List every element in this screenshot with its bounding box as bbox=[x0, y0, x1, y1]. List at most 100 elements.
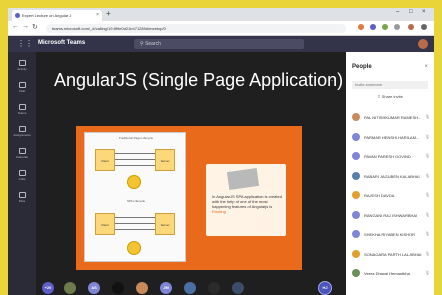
request-arrow bbox=[115, 165, 155, 166]
response-arrow bbox=[115, 223, 155, 224]
shared-slide: Traditional Page Lifecycle Client Server… bbox=[76, 126, 302, 270]
browser-tab-title: Expert Lecture on Angular J bbox=[22, 13, 72, 18]
server-box: Server bbox=[155, 149, 175, 171]
lifecycle-diagram: Traditional Page Lifecycle Client Server… bbox=[84, 132, 186, 262]
overflow-participants-badge[interactable]: +20 bbox=[42, 282, 54, 294]
rail-item-teams[interactable]: Teams bbox=[8, 104, 36, 115]
rail-item-files[interactable]: Files bbox=[8, 192, 36, 203]
share-invite-button[interactable]: ⇪ Share invite bbox=[352, 94, 428, 99]
participant-avatar[interactable] bbox=[112, 282, 124, 294]
extensions-puzzle-icon[interactable] bbox=[394, 24, 400, 30]
list-item[interactable]: PAVAN PARESH GOVIND 🎙 bbox=[346, 149, 434, 165]
extension-icon[interactable] bbox=[382, 24, 388, 30]
participant-avatar[interactable] bbox=[232, 282, 244, 294]
participant-strip: +20 AS JM HJ bbox=[36, 280, 346, 295]
request-arrow bbox=[115, 217, 155, 218]
microphone-icon: 🎙 bbox=[425, 250, 431, 256]
participant-avatar[interactable]: JM bbox=[160, 282, 172, 294]
list-item[interactable]: Veera Dhaval Hemantbha 🎙 bbox=[346, 266, 434, 282]
rail-item-calls[interactable]: Calls bbox=[8, 170, 36, 181]
rail-item-label: Chat bbox=[18, 89, 26, 93]
profile-avatar[interactable] bbox=[408, 24, 414, 30]
minimize-icon[interactable]: – bbox=[396, 9, 399, 15]
window-close-icon[interactable]: × bbox=[422, 9, 426, 15]
back-icon[interactable]: ← bbox=[12, 23, 19, 30]
rail-item-chat[interactable]: Chat bbox=[8, 82, 36, 93]
microphone-icon: 🎙 bbox=[425, 114, 431, 119]
search-input[interactable]: ⚲ Search bbox=[134, 39, 304, 49]
rail-item-calendar[interactable]: Calendar bbox=[8, 148, 36, 159]
self-participant-avatar[interactable]: HJ bbox=[318, 281, 332, 295]
meeting-stage: ⋯ AngularJS (Single Page Application) Tr… bbox=[36, 52, 346, 295]
participant-name: SHEKHA RIYABEN KISHOR bbox=[364, 232, 416, 237]
participant-initials: AS bbox=[91, 285, 97, 290]
extension-icon[interactable] bbox=[358, 24, 364, 30]
microphone-icon: 🎙 bbox=[425, 153, 431, 158]
chat-icon bbox=[18, 82, 26, 88]
close-icon[interactable]: × bbox=[424, 64, 428, 70]
participant-name: RABARI JAGUBEN KALABHAI bbox=[364, 173, 420, 179]
file-icon bbox=[18, 192, 26, 198]
share-invite-label: Share invite bbox=[381, 94, 403, 99]
list-item[interactable]: PAL NITISHKUMAR RAMESH... 🎙 bbox=[346, 110, 434, 126]
maximize-icon[interactable]: □ bbox=[409, 9, 413, 15]
participant-avatar[interactable] bbox=[136, 282, 148, 294]
participant-name: RANGANI RAJ ISHWARBHAI bbox=[364, 212, 418, 218]
illustration-image bbox=[226, 167, 260, 191]
avatar bbox=[352, 132, 360, 141]
badge-icon bbox=[127, 175, 141, 189]
teams-icon bbox=[18, 104, 26, 110]
response-arrow bbox=[115, 159, 155, 160]
client-box: Client bbox=[95, 213, 115, 235]
participant-name: PAVAN PARESH GOVIND bbox=[364, 154, 411, 159]
url-field[interactable]: teams.microsoft.com/_#/calling/19:8f9e0d… bbox=[46, 24, 346, 33]
bubble-highlight: Routing bbox=[212, 209, 226, 214]
list-item[interactable]: RANGANI RAJ ISHWARBHAI 🎙 bbox=[346, 208, 434, 224]
rail-item-label: Calendar bbox=[15, 155, 29, 159]
list-item[interactable]: SHEKHA RIYABEN KISHOR 🎙 bbox=[346, 227, 434, 243]
diagram-caption: Traditional Page Lifecycle bbox=[118, 136, 154, 140]
calendar-icon bbox=[18, 148, 26, 154]
people-panel: People × ⇪ Share invite PAL NITISHKUMAR … bbox=[346, 52, 434, 295]
bubble-text: In AngularJS SPA application is created … bbox=[212, 194, 282, 214]
diagram-caption: SPA Lifecycle bbox=[126, 199, 146, 203]
teams-favicon-icon bbox=[15, 13, 20, 18]
rail-item-assignments[interactable]: Assignments bbox=[8, 126, 36, 137]
list-item[interactable]: RABARI JAGUBEN KALABHAI 🎙 bbox=[346, 169, 434, 185]
avatar bbox=[352, 191, 360, 199]
microphone-icon: 🎙 bbox=[425, 172, 431, 178]
participant-avatar[interactable]: AS bbox=[88, 282, 100, 294]
forward-icon[interactable]: → bbox=[22, 23, 29, 30]
avatar bbox=[352, 210, 360, 219]
bubble-body: In AngularJS SPA application is created … bbox=[212, 194, 282, 209]
request-arrow bbox=[115, 229, 155, 230]
list-item[interactable]: SONAGARA PARTH LALJIBHAI 🎙 bbox=[346, 247, 434, 263]
app-launcher-icon[interactable]: ⋮⋮ bbox=[17, 39, 33, 48]
teams-header: ⋮⋮ Microsoft Teams ⚲ Search bbox=[8, 36, 434, 52]
participant-name: SONAGARA PARTH LALJIBHAI bbox=[364, 251, 422, 257]
invite-input[interactable] bbox=[352, 81, 428, 89]
participant-avatar[interactable] bbox=[184, 282, 196, 294]
avatar bbox=[352, 269, 360, 277]
reload-icon[interactable]: ↻ bbox=[32, 23, 38, 31]
browser-tab[interactable]: Expert Lecture on Angular J × bbox=[12, 10, 102, 21]
microphone-icon: 🎙 bbox=[425, 211, 431, 217]
rail-item-label: Teams bbox=[17, 111, 27, 115]
address-bar: ← → ↻ teams.microsoft.com/_#/calling/19:… bbox=[8, 21, 434, 36]
participant-avatar[interactable] bbox=[64, 282, 76, 294]
participant-name: PARMAR HENSHI HARILAM... bbox=[364, 134, 420, 140]
avatar bbox=[352, 171, 360, 180]
rail-item-activity[interactable]: Activity bbox=[8, 60, 36, 71]
new-tab-button[interactable]: + bbox=[106, 9, 111, 18]
rail-item-label: Activity bbox=[17, 67, 27, 71]
browser-menu-icon[interactable] bbox=[421, 24, 427, 30]
tab-close-icon[interactable]: × bbox=[96, 10, 99, 21]
user-avatar[interactable] bbox=[418, 39, 428, 49]
app-title: Microsoft Teams bbox=[38, 40, 86, 46]
participant-avatar[interactable] bbox=[208, 282, 220, 294]
microphone-icon: 🎙 bbox=[425, 192, 431, 197]
list-item[interactable]: PARMAR HENSHI HARILAM... 🎙 bbox=[346, 130, 434, 146]
badge-icon bbox=[127, 241, 141, 255]
teams-extension-icon[interactable] bbox=[370, 24, 376, 30]
list-item[interactable]: RAJESH DAVDA 🎙 bbox=[346, 188, 434, 204]
